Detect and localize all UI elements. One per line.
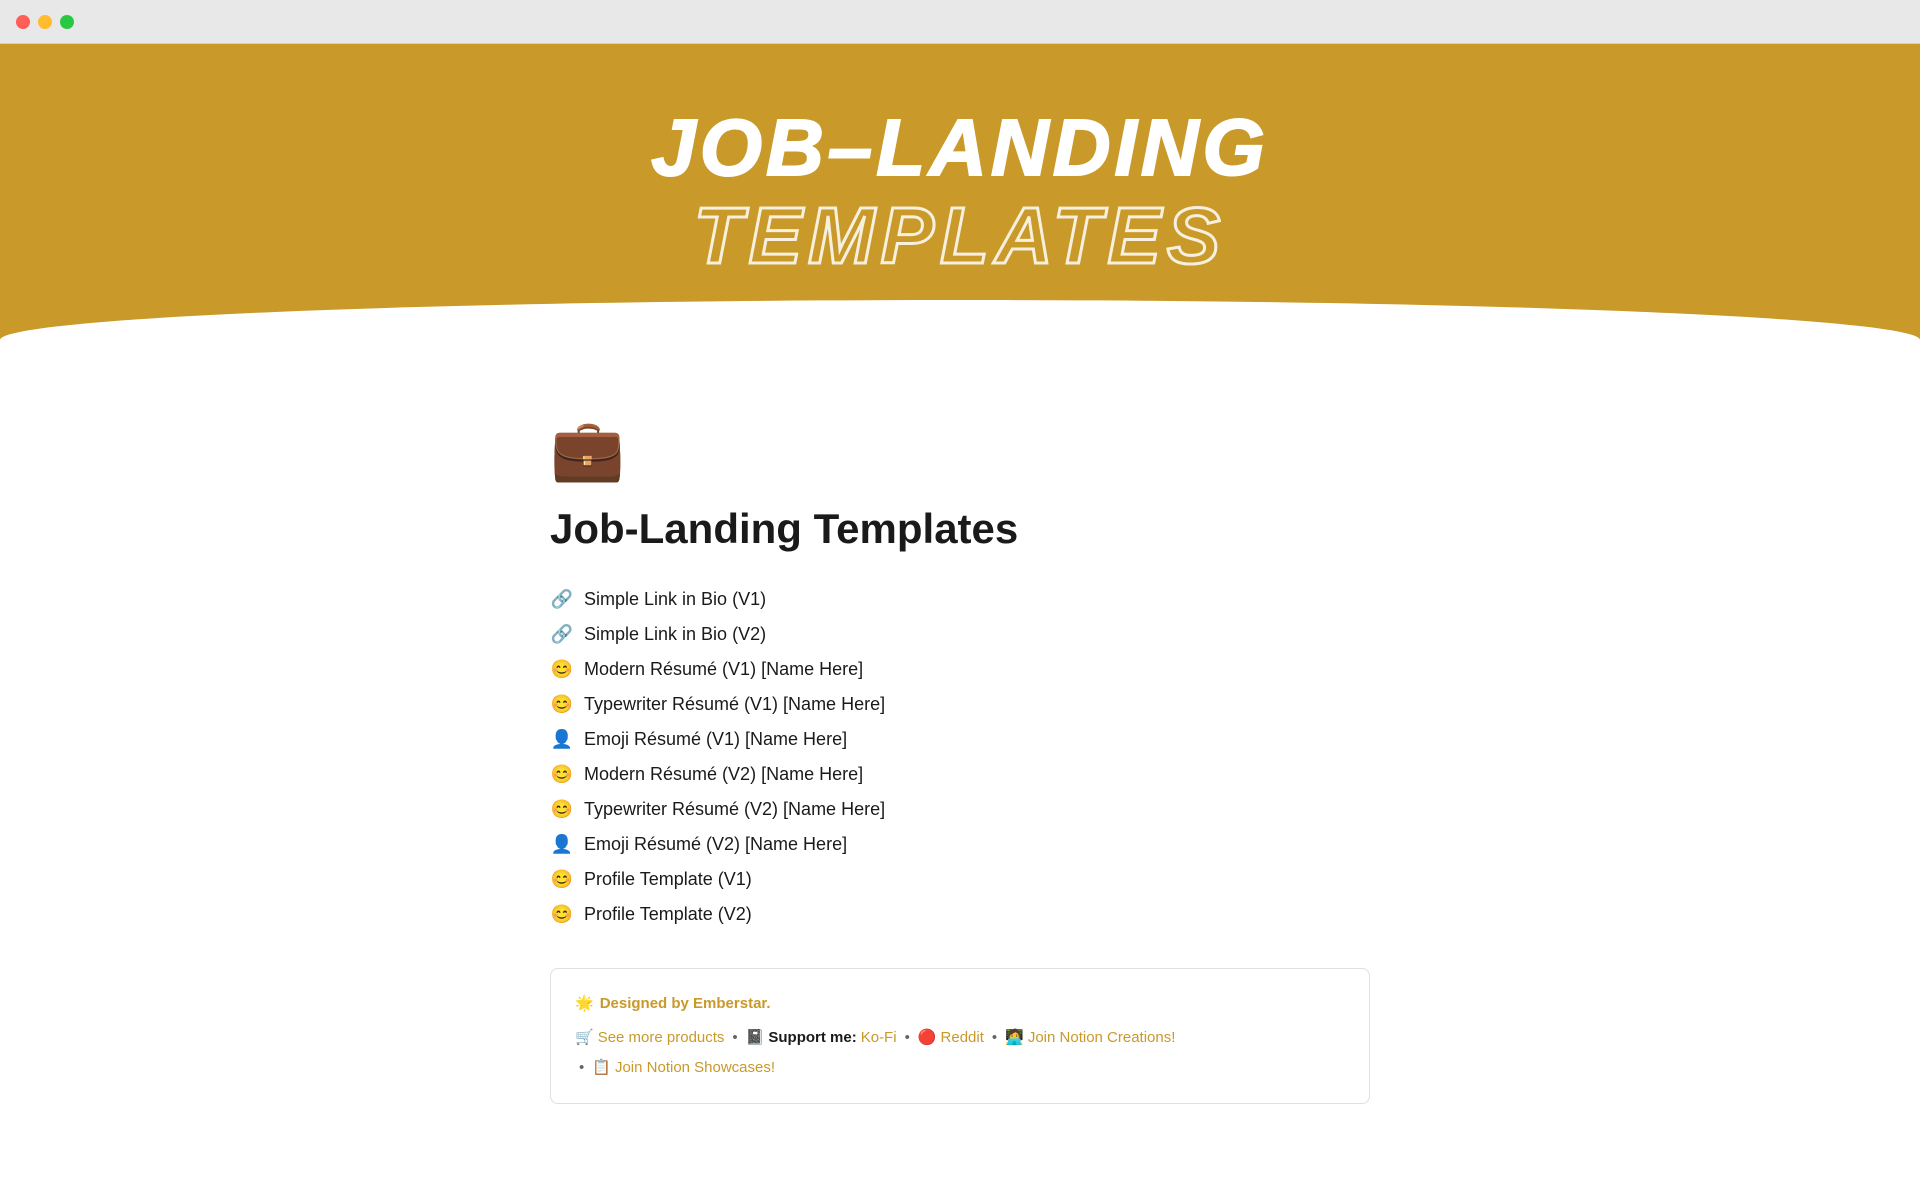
close-button[interactable]: [16, 15, 30, 29]
list-item-icon: 😊: [550, 694, 574, 715]
hero-title-main: JOB–LANDING: [0, 104, 1920, 192]
list-item[interactable]: 😊 Profile Template (V1): [550, 862, 1370, 897]
list-item-icon: 😊: [550, 659, 574, 680]
list-item-text: Simple Link in Bio (V2): [584, 624, 766, 645]
list-item-icon: 😊: [550, 764, 574, 785]
list-item-icon: 😊: [550, 799, 574, 820]
join-notion-link[interactable]: Join Notion Creations!: [1028, 1023, 1176, 1053]
template-list: 🔗 Simple Link in Bio (V1) 🔗 Simple Link in …: [550, 582, 1370, 932]
reddit-icon: 🔴: [918, 1023, 937, 1053]
list-item[interactable]: 😊 Typewriter Résumé (V2) [Name Here]: [550, 792, 1370, 827]
list-item-text: Emoji Résumé (V1) [Name Here]: [584, 729, 847, 750]
footer-card: 🌟 Designed by Emberstar. 🛒 See more prod…: [550, 968, 1370, 1104]
list-item-icon: 👤: [550, 729, 574, 750]
list-item[interactable]: 😊 Typewriter Résumé (V1) [Name Here]: [550, 687, 1370, 722]
separator-2: •: [905, 1023, 910, 1053]
list-item[interactable]: 🔗 Simple Link in Bio (V1): [550, 582, 1370, 617]
list-item-text: Emoji Résumé (V2) [Name Here]: [584, 834, 847, 855]
support-label: Support me:: [768, 1023, 856, 1053]
separator-3: •: [992, 1023, 997, 1053]
window-chrome: [0, 0, 1920, 44]
kofi-link[interactable]: Ko-Fi: [861, 1023, 897, 1053]
maximize-button[interactable]: [60, 15, 74, 29]
separator-4: •: [579, 1053, 584, 1083]
list-item-icon: 🔗: [550, 589, 574, 610]
list-item[interactable]: 😊 Modern Résumé (V2) [Name Here]: [550, 757, 1370, 792]
reddit-link[interactable]: Reddit: [941, 1023, 984, 1053]
list-item-icon: 👤: [550, 834, 574, 855]
see-more-link[interactable]: See more products: [598, 1023, 725, 1053]
list-item-text: Modern Résumé (V2) [Name Here]: [584, 764, 863, 785]
list-item[interactable]: 🔗 Simple Link in Bio (V2): [550, 617, 1370, 652]
designer-star-icon: 🌟: [575, 989, 594, 1019]
showcase-icon: 📋: [592, 1053, 611, 1083]
join-showcase-link[interactable]: Join Notion Showcases!: [615, 1053, 775, 1083]
list-item-icon: 😊: [550, 904, 574, 925]
footer-last-line: • 📋 Join Notion Showcases!: [575, 1053, 1345, 1083]
page-icon: 💼: [550, 420, 1370, 480]
list-item-text: Typewriter Résumé (V1) [Name Here]: [584, 694, 885, 715]
cart-icon: 🛒: [575, 1023, 594, 1053]
list-item-icon: 🔗: [550, 624, 574, 645]
list-item[interactable]: 😊 Modern Résumé (V1) [Name Here]: [550, 652, 1370, 687]
separator-1: •: [732, 1023, 737, 1053]
hero-banner: JOB–LANDING TEMPLATES: [0, 44, 1920, 360]
list-item[interactable]: 😊 Profile Template (V2): [550, 897, 1370, 932]
main-content: 💼 Job-Landing Templates 🔗 Simple Link in …: [510, 360, 1410, 1164]
list-item[interactable]: 👤 Emoji Résumé (V2) [Name Here]: [550, 827, 1370, 862]
list-item-text: Profile Template (V2): [584, 904, 752, 925]
designer-line: 🌟 Designed by Emberstar.: [575, 989, 1345, 1019]
designer-label: Designed by Emberstar.: [600, 989, 771, 1019]
list-item-text: Modern Résumé (V1) [Name Here]: [584, 659, 863, 680]
list-item[interactable]: 👤 Emoji Résumé (V1) [Name Here]: [550, 722, 1370, 757]
hero-title-sub: TEMPLATES: [0, 192, 1920, 280]
list-item-text: Typewriter Résumé (V2) [Name Here]: [584, 799, 885, 820]
minimize-button[interactable]: [38, 15, 52, 29]
notion-icon: 🧑‍💻: [1005, 1023, 1024, 1053]
notebook-icon: 📓: [746, 1023, 765, 1053]
footer-links-line: 🛒 See more products • 📓 Support me: Ko-F…: [575, 1023, 1345, 1053]
list-item-text: Simple Link in Bio (V1): [584, 589, 766, 610]
list-item-text: Profile Template (V1): [584, 869, 752, 890]
list-item-icon: 😊: [550, 869, 574, 890]
page-title: Job-Landing Templates: [550, 504, 1370, 554]
